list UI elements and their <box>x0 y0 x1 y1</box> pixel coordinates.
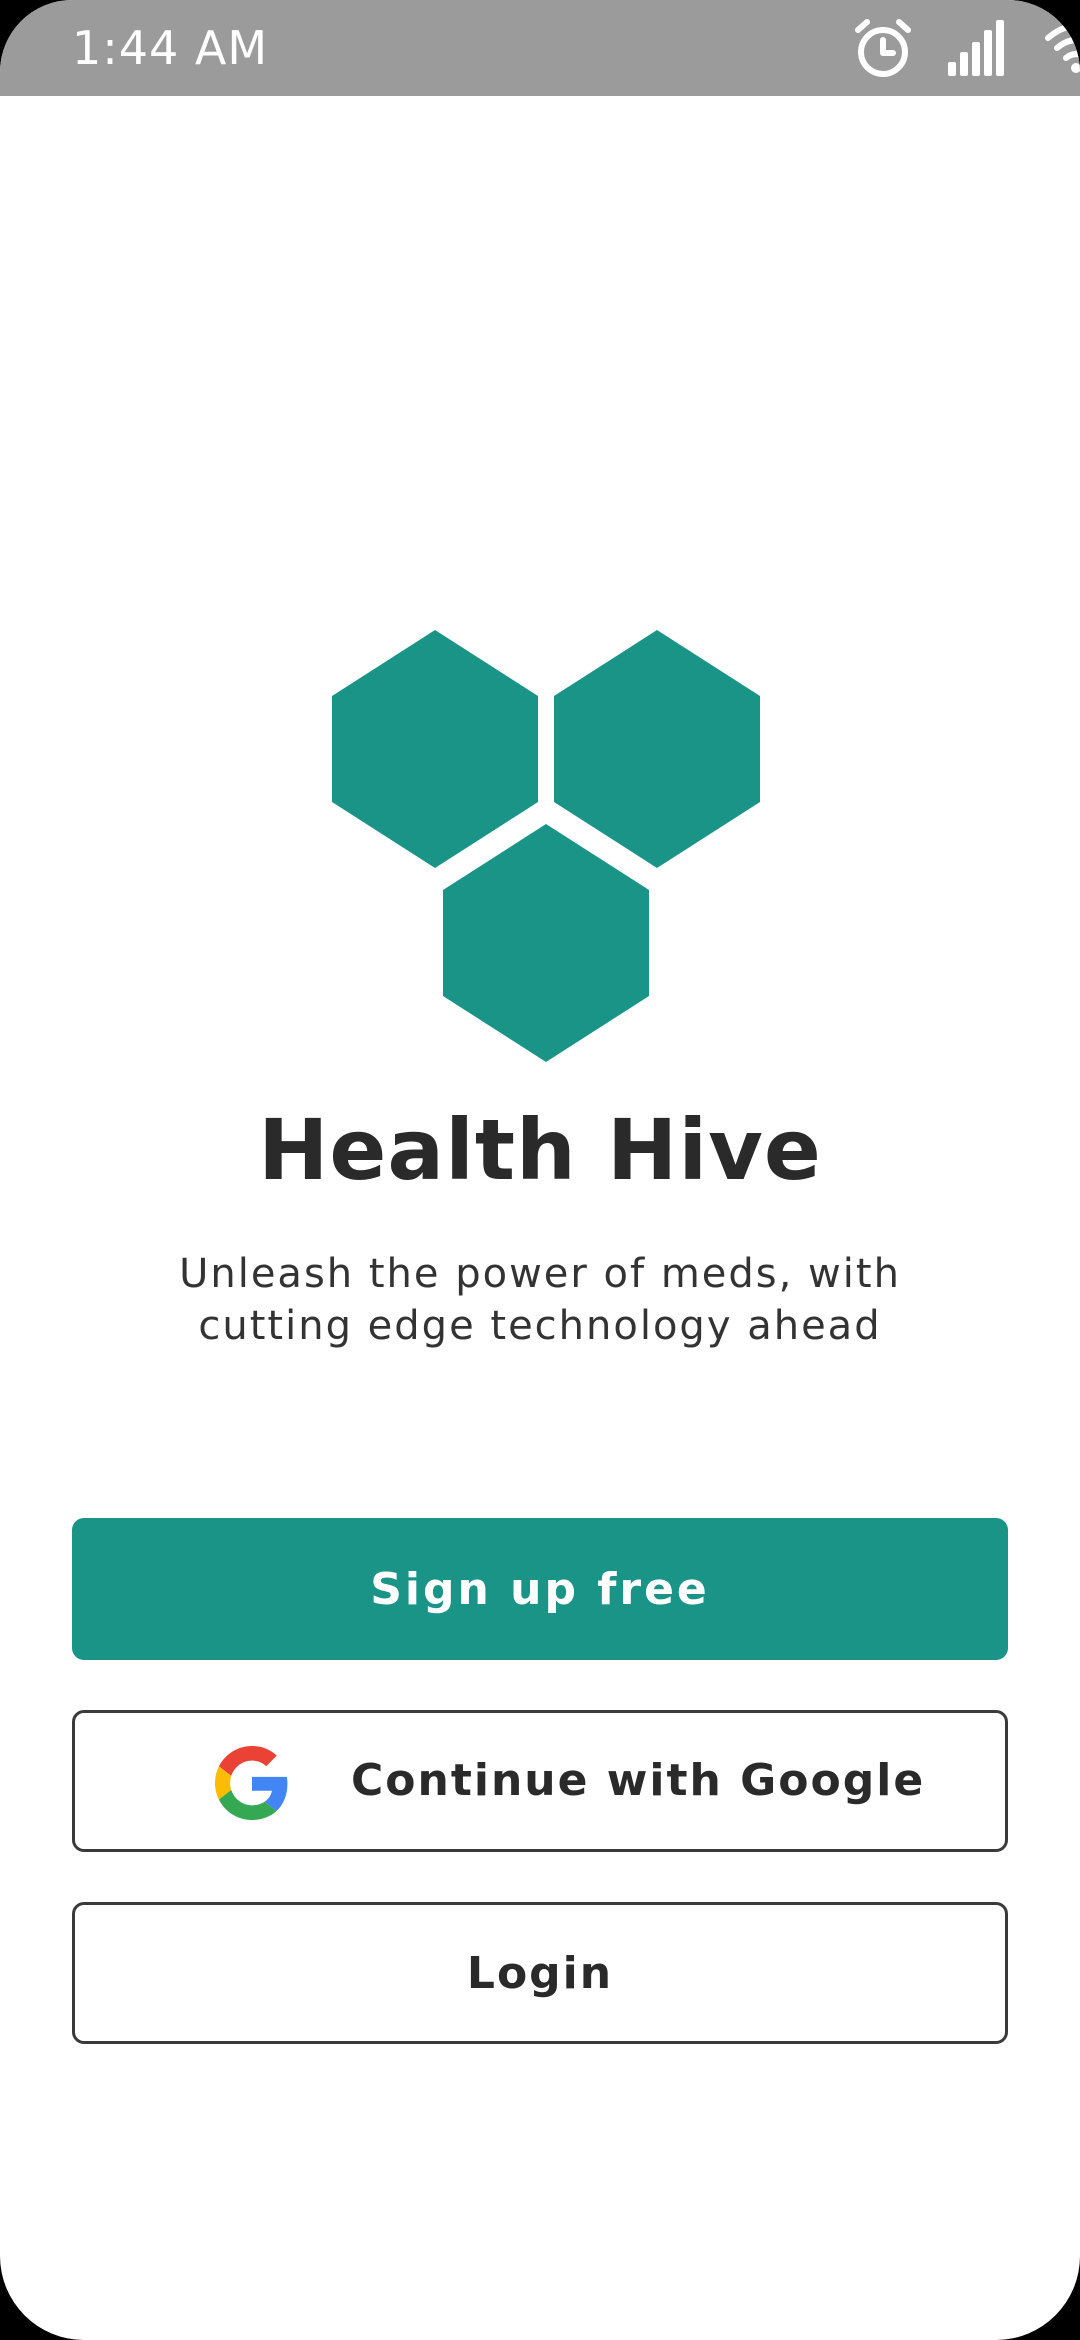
continue-with-google-button[interactable]: Continue with Google <box>72 1710 1008 1852</box>
logo-hexagons-icon <box>332 630 760 1062</box>
alarm-icon <box>855 19 911 77</box>
status-icons <box>640 0 1080 96</box>
google-icon <box>215 1746 288 1820</box>
login-label: Login <box>466 1947 614 1999</box>
google-label: Continue with Google <box>351 1755 926 1806</box>
tagline-line-1: Unleash the power of meds, with <box>179 1251 901 1297</box>
login-button[interactable]: Login <box>72 1902 1008 2044</box>
welcome-screen: 1:44 AM Health Hive Unleash the power of… <box>0 0 1080 2340</box>
tagline-line-2: cutting edge technology ahead <box>198 1303 882 1349</box>
sign-up-label: Sign up free <box>370 1563 710 1615</box>
tagline: Unleash the power of meds, with cutting … <box>120 1248 960 1352</box>
app-title: Health Hive <box>258 1101 822 1199</box>
signal-icon <box>948 20 1004 76</box>
wifi-icon <box>1045 23 1080 73</box>
status-time: 1:44 AM <box>72 21 269 75</box>
status-bar: 1:44 AM <box>0 0 1080 96</box>
sign-up-button[interactable]: Sign up free <box>72 1518 1008 1660</box>
